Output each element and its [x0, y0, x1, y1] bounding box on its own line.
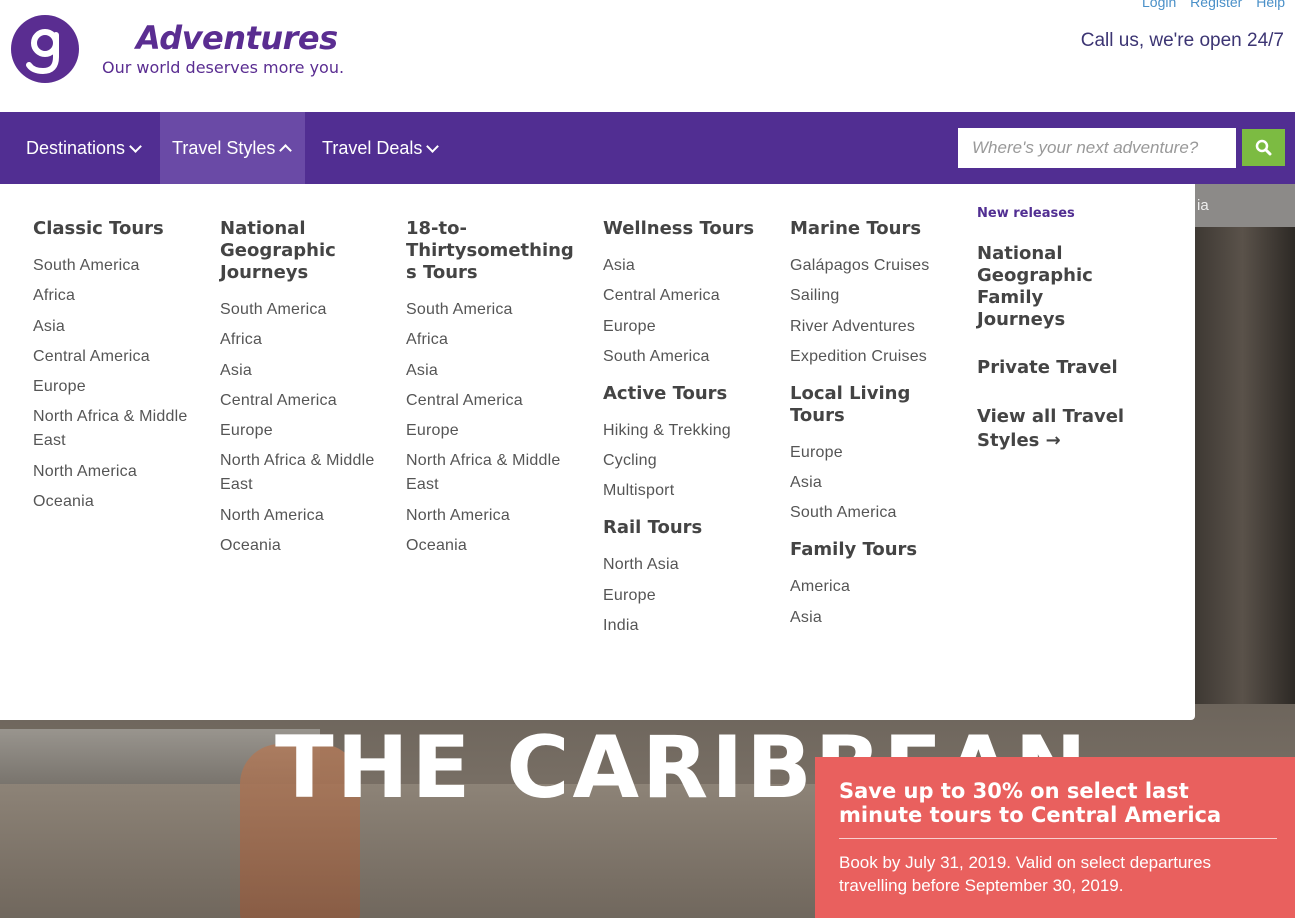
menu-link[interactable]: North Asia	[603, 553, 768, 577]
hero-rock	[1190, 224, 1295, 704]
menu-link[interactable]: Central America	[603, 284, 768, 308]
menu-link[interactable]: India	[603, 614, 768, 638]
site-header: Adventures Our world deserves more you. …	[0, 0, 1295, 112]
menu-link[interactable]: Central America	[33, 345, 203, 369]
menu-link[interactable]: Europe	[603, 315, 768, 339]
rail-tours-heading[interactable]: Rail Tours	[603, 517, 768, 539]
active-tours-heading[interactable]: Active Tours	[603, 383, 768, 405]
menu-link[interactable]: North America	[220, 504, 385, 528]
menu-link[interactable]: Galápagos Cruises	[790, 254, 955, 278]
family-tours-heading[interactable]: Family Tours	[790, 539, 955, 561]
nav-travel-deals-label: Travel Deals	[322, 138, 423, 158]
login-link[interactable]: Login	[1142, 0, 1176, 10]
promo-divider	[839, 838, 1277, 839]
search-button[interactable]	[1242, 129, 1285, 166]
menu-col-wellness-active-rail: Wellness Tours Asia Central America Euro…	[603, 218, 768, 644]
menu-link[interactable]: Oceania	[220, 534, 385, 558]
nav-destinations-label: Destinations	[26, 138, 126, 158]
view-all-styles-link[interactable]: View all Travel Styles →	[977, 405, 1127, 453]
featured-natgeo-family[interactable]: National Geographic Family Journeys	[977, 243, 1137, 331]
menu-link[interactable]: Africa	[220, 328, 385, 352]
menu-link[interactable]: Cycling	[603, 449, 768, 473]
nav-destinations[interactable]: Destinations	[0, 112, 152, 184]
menu-link[interactable]: Expedition Cruises	[790, 345, 955, 369]
menu-link[interactable]: North Africa & Middle East	[33, 405, 203, 453]
thirtysomethings-heading[interactable]: 18-to-Thirtysomethings Tours	[406, 218, 578, 284]
register-link[interactable]: Register	[1190, 0, 1242, 10]
menu-link[interactable]: North America	[406, 504, 578, 528]
local-living-heading[interactable]: Local Living Tours	[790, 383, 920, 427]
call-us-text[interactable]: Call us, we're open 24/7	[1081, 30, 1284, 52]
nav-travel-styles[interactable]: Travel Styles	[160, 112, 305, 184]
menu-link[interactable]: Asia	[33, 315, 203, 339]
menu-link[interactable]: Oceania	[406, 534, 578, 558]
menu-link[interactable]: Multisport	[603, 479, 768, 503]
menu-link[interactable]: Europe	[790, 441, 955, 465]
menu-link[interactable]: Central America	[220, 389, 385, 413]
promo-title: Save up to 30% on select last minute tou…	[839, 779, 1222, 827]
menu-link[interactable]: Oceania	[33, 490, 203, 514]
promo-text: Book by July 31, 2019. Valid on select d…	[839, 853, 1212, 895]
chevron-down-icon	[426, 140, 440, 153]
menu-link[interactable]: Europe	[220, 419, 385, 443]
menu-link[interactable]: Europe	[33, 375, 203, 399]
menu-link[interactable]: Asia	[790, 606, 955, 630]
nav-travel-styles-label: Travel Styles	[172, 138, 276, 158]
classic-tours-heading[interactable]: Classic Tours	[33, 218, 203, 240]
menu-link[interactable]: Central America	[406, 389, 578, 413]
natgeo-journeys-heading[interactable]: National Geographic Journeys	[220, 218, 385, 284]
brand-tagline: Our world deserves more you.	[102, 58, 345, 77]
wellness-tours-heading[interactable]: Wellness Tours	[603, 218, 768, 240]
marine-tours-heading[interactable]: Marine Tours	[790, 218, 955, 240]
promo-banner[interactable]: Save up to 30% on select last minute tou…	[815, 757, 1295, 918]
menu-link[interactable]: North Africa & Middle East	[406, 449, 578, 497]
main-nav: Destinations Travel Styles Travel Deals …	[0, 112, 1295, 184]
search-input[interactable]: Where's your next adventure?	[958, 128, 1236, 168]
menu-link[interactable]: South America	[790, 501, 955, 525]
menu-col-classic: Classic Tours South America Africa Asia …	[33, 218, 203, 520]
menu-col-featured: New releases National Geographic Family …	[977, 206, 1167, 479]
menu-link[interactable]: Asia	[220, 359, 385, 383]
menu-link[interactable]: Europe	[603, 584, 768, 608]
menu-link[interactable]: South America	[406, 298, 578, 322]
menu-link[interactable]: Sailing	[790, 284, 955, 308]
search-icon	[1255, 139, 1272, 156]
menu-link[interactable]: America	[790, 575, 955, 599]
featured-private-travel[interactable]: Private Travel	[977, 357, 1167, 379]
menu-link[interactable]: North Africa & Middle East	[220, 449, 385, 497]
menu-link[interactable]: Africa	[406, 328, 578, 352]
new-releases-label: New releases	[977, 206, 1075, 221]
chevron-up-icon	[279, 144, 293, 157]
menu-link[interactable]: Europe	[406, 419, 578, 443]
hero-side-tab[interactable]: ia	[1195, 184, 1295, 227]
menu-col-marine-local-family: Marine Tours Galápagos Cruises Sailing R…	[790, 218, 955, 636]
travel-styles-menu: Classic Tours South America Africa Asia …	[0, 184, 1195, 720]
menu-link[interactable]: Africa	[33, 284, 203, 308]
menu-link[interactable]: North America	[33, 460, 203, 484]
nav-travel-deals[interactable]: Travel Deals	[310, 112, 449, 184]
menu-link[interactable]: Asia	[603, 254, 768, 278]
menu-link[interactable]: South America	[603, 345, 768, 369]
menu-link[interactable]: South America	[220, 298, 385, 322]
menu-link[interactable]: Asia	[790, 471, 955, 495]
menu-col-natgeo: National Geographic Journeys South Ameri…	[220, 218, 385, 564]
menu-link[interactable]: River Adventures	[790, 315, 955, 339]
menu-link[interactable]: Asia	[406, 359, 578, 383]
menu-link[interactable]: Hiking & Trekking	[603, 419, 768, 443]
brand-name[interactable]: Adventures	[136, 19, 338, 57]
help-link[interactable]: Help	[1256, 0, 1285, 10]
menu-link[interactable]: South America	[33, 254, 203, 278]
menu-col-thirtysomethings: 18-to-Thirtysomethings Tours South Ameri…	[406, 218, 578, 564]
chevron-down-icon	[129, 140, 142, 153]
g-logo-icon[interactable]	[9, 13, 81, 85]
utility-links: Login Register Help	[1132, 0, 1285, 10]
